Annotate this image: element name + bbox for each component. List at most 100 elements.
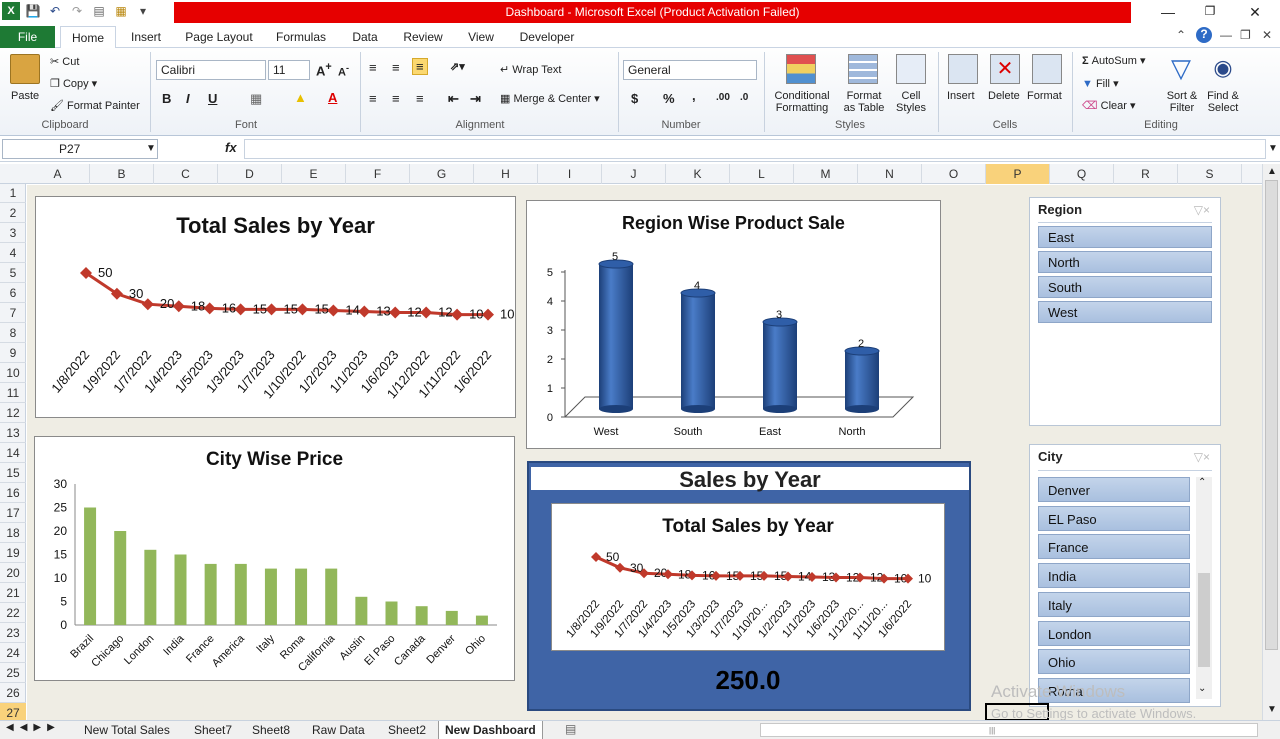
- chart-total-sales-by-year-mini[interactable]: Total Sales by Year 50 30 20 18 16 15 15 15 14 13…: [551, 503, 945, 651]
- sheet-tab-new-dashboard[interactable]: New Dashboard: [438, 721, 543, 739]
- paste-icon[interactable]: [10, 54, 40, 84]
- align-center-icon[interactable]: ≡: [392, 91, 400, 106]
- tab-file[interactable]: File: [0, 26, 55, 48]
- delete-cells-icon[interactable]: ✕: [990, 54, 1020, 84]
- font-color-icon[interactable]: A: [328, 90, 337, 105]
- column-header-j[interactable]: J: [602, 164, 666, 184]
- fill-color-icon[interactable]: ▲: [294, 90, 307, 105]
- find-select-button[interactable]: Find & Select: [1203, 90, 1243, 114]
- row-header-16[interactable]: 16: [0, 483, 26, 503]
- sheet-tab-sheet7[interactable]: Sheet7: [188, 721, 238, 739]
- column-header-c[interactable]: C: [154, 164, 218, 184]
- column-header-q[interactable]: Q: [1050, 164, 1114, 184]
- column-header-l[interactable]: L: [730, 164, 794, 184]
- scroll-thumb[interactable]: [1265, 180, 1278, 650]
- name-box-dropdown-icon[interactable]: ▼: [146, 143, 156, 154]
- row-header-8[interactable]: 8: [0, 323, 26, 343]
- scroll-up-icon[interactable]: ⌃: [1198, 477, 1206, 488]
- column-header-s[interactable]: S: [1178, 164, 1242, 184]
- doc-restore-icon[interactable]: ❐: [1240, 28, 1251, 42]
- sort-filter-icon[interactable]: ▽: [1166, 54, 1196, 84]
- clear-filter-icon[interactable]: ▽×: [1194, 450, 1210, 464]
- cell-styles-button[interactable]: Cell Styles: [892, 90, 930, 114]
- currency-button[interactable]: $: [631, 91, 638, 106]
- column-header-g[interactable]: G: [410, 164, 474, 184]
- column-header-r[interactable]: R: [1114, 164, 1178, 184]
- column-header-f[interactable]: F: [346, 164, 410, 184]
- chart-city-wise-price[interactable]: City Wise Price 0 5 10 15 20 25 30 Brazil Chicag…: [34, 436, 515, 681]
- comma-button[interactable]: ,: [692, 88, 696, 103]
- row-header-24[interactable]: 24: [0, 643, 26, 663]
- tab-view[interactable]: View: [464, 26, 498, 48]
- orientation-icon[interactable]: ⇗▾: [450, 60, 465, 73]
- row-header-11[interactable]: 11: [0, 383, 26, 403]
- binoculars-icon[interactable]: ◉: [1208, 54, 1238, 84]
- align-top-icon[interactable]: ≡: [369, 60, 377, 75]
- slicer-item-north[interactable]: North: [1038, 251, 1212, 273]
- number-format-select[interactable]: General: [623, 60, 757, 80]
- row-header-25[interactable]: 25: [0, 663, 26, 683]
- row-header-26[interactable]: 26: [0, 683, 26, 703]
- scroll-down-icon[interactable]: ▼: [1267, 704, 1277, 715]
- column-header-i[interactable]: I: [538, 164, 602, 184]
- slicer-item-italy[interactable]: Italy: [1038, 591, 1190, 617]
- align-bottom-icon[interactable]: ≡: [412, 58, 428, 75]
- underline-button[interactable]: U: [208, 91, 217, 106]
- scroll-up-icon[interactable]: ▲: [1267, 166, 1277, 177]
- increase-indent-icon[interactable]: ⇥: [470, 91, 481, 107]
- slicer-item-south[interactable]: South: [1038, 276, 1212, 298]
- fill-button[interactable]: ▼ Fill ▾: [1082, 77, 1119, 90]
- chart-region-wise-product-sale[interactable]: Region Wise Product Sale 0 1 2 3 4 5 5 4 3 2 West S…: [526, 200, 941, 449]
- ribbon-collapse-icon[interactable]: ⌃: [1176, 28, 1186, 42]
- tab-formulas[interactable]: Formulas: [272, 26, 330, 48]
- row-header-20[interactable]: 20: [0, 563, 26, 583]
- slicer-item-el-paso[interactable]: EL Paso: [1038, 505, 1190, 531]
- sheet-tab-sheet8[interactable]: Sheet8: [246, 721, 296, 739]
- autosum-button[interactable]: Σ AutoSum ▾: [1082, 54, 1146, 67]
- help-icon[interactable]: ?: [1196, 27, 1212, 43]
- insert-sheet-icon[interactable]: ▤: [565, 722, 576, 736]
- vertical-scrollbar[interactable]: ▲ ▼: [1262, 164, 1280, 720]
- slicer-item-india[interactable]: India: [1038, 563, 1190, 589]
- align-left-icon[interactable]: ≡: [369, 91, 377, 106]
- close-icon[interactable]: ✕: [1245, 4, 1265, 22]
- name-box[interactable]: P27: [2, 139, 158, 159]
- cut-button[interactable]: ✂ Cut: [50, 55, 79, 68]
- new-document-icon[interactable]: ▤: [90, 2, 108, 20]
- align-right-icon[interactable]: ≡: [416, 91, 424, 106]
- row-header-6[interactable]: 6: [0, 283, 26, 303]
- doc-minimize-icon[interactable]: —: [1220, 28, 1232, 42]
- row-header-4[interactable]: 4: [0, 243, 26, 263]
- percent-button[interactable]: %: [663, 91, 675, 106]
- decrease-decimal-icon[interactable]: .0: [740, 92, 748, 103]
- column-header-d[interactable]: D: [218, 164, 282, 184]
- tab-home[interactable]: Home: [60, 26, 116, 49]
- delete-button[interactable]: Delete: [988, 90, 1020, 102]
- slicer-item-east[interactable]: East: [1038, 226, 1212, 248]
- column-header-n[interactable]: N: [858, 164, 922, 184]
- redo-icon[interactable]: ↷: [68, 2, 86, 20]
- row-header-7[interactable]: 7: [0, 303, 26, 323]
- slicer-item-denver[interactable]: Denver: [1038, 477, 1190, 502]
- format-as-table-icon[interactable]: [848, 54, 878, 84]
- slicer-scrollbar[interactable]: ⌃ ⌄: [1196, 477, 1212, 699]
- expand-formula-icon[interactable]: ▼: [1268, 143, 1278, 154]
- row-header-13[interactable]: 13: [0, 423, 26, 443]
- row-header-3[interactable]: 3: [0, 223, 26, 243]
- slicer-item-london[interactable]: London: [1038, 620, 1190, 646]
- scroll-thumb[interactable]: [1198, 573, 1210, 667]
- row-header-15[interactable]: 15: [0, 463, 26, 483]
- tab-page-layout[interactable]: Page Layout: [182, 26, 256, 48]
- row-header-5[interactable]: 5: [0, 263, 26, 283]
- slicer-item-france[interactable]: France: [1038, 534, 1190, 560]
- format-painter-button[interactable]: 🖌 Format Painter: [50, 99, 140, 112]
- kpi-card[interactable]: Sales by Year Total Sales by Year 50 30 20…: [527, 461, 971, 711]
- increase-decimal-icon[interactable]: .00: [716, 92, 730, 103]
- scroll-down-icon[interactable]: ⌄: [1198, 683, 1206, 694]
- column-header-h[interactable]: H: [474, 164, 538, 184]
- tab-insert[interactable]: Insert: [126, 26, 166, 48]
- wrap-text-button[interactable]: ↵ Wrap Text: [500, 63, 561, 76]
- column-header-b[interactable]: B: [90, 164, 154, 184]
- minimize-icon[interactable]: —: [1158, 4, 1178, 22]
- font-size-select[interactable]: 11: [268, 60, 310, 80]
